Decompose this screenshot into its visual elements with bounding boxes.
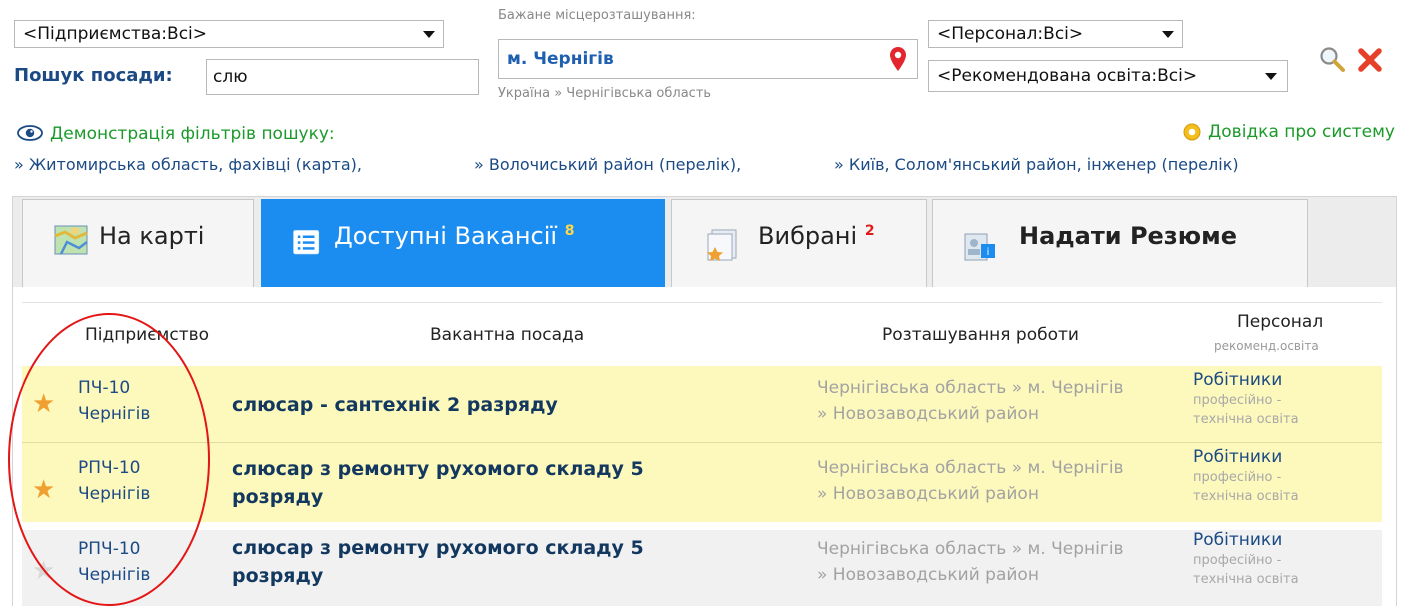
- staff-type: Робітники: [1193, 370, 1283, 390]
- eye-icon: [17, 125, 43, 141]
- header-staff: Персонал: [1237, 312, 1324, 332]
- job-title[interactable]: слюсар з ремонту рухомого складу 5 розря…: [232, 455, 644, 511]
- help-link[interactable]: Довідка про систему: [1208, 122, 1395, 142]
- company-city: Чернігів: [78, 484, 151, 504]
- demo-link-1[interactable]: » Житомирська область, фахівці (карта),: [14, 155, 362, 174]
- tab-favorites[interactable]: Вибрані 2: [671, 199, 927, 287]
- demo-link-2[interactable]: » Волочиський район (перелік),: [474, 155, 741, 174]
- job-location: Чернігівська область » м. Чернігів » Нов…: [817, 375, 1124, 427]
- header-position: Вакантна посада: [430, 325, 585, 345]
- map-pin-icon[interactable]: [889, 46, 907, 72]
- education-line: професійно -: [1193, 393, 1282, 408]
- favorite-star-icon[interactable]: ★: [32, 558, 55, 584]
- job-location: Чернігівська область » м. Чернігів » Нов…: [817, 455, 1124, 507]
- job-title-line: розряду: [232, 565, 324, 587]
- company-code: РПЧ-10: [78, 539, 141, 559]
- header-enterprise: Підприємство: [85, 325, 210, 345]
- chevron-down-icon: [423, 31, 435, 38]
- enterprise-select-value: <Підприємства:Всі>: [23, 24, 208, 44]
- job-title-line: слюсар - сантехнік 2 разряду: [232, 394, 558, 416]
- company-name[interactable]: ПЧ-10 Чернігів: [78, 375, 150, 427]
- tab-submit-resume-label: Надати Резюме: [1019, 222, 1237, 250]
- job-title-line: слюсар з ремонту рухомого складу 5: [232, 537, 644, 559]
- vacancies-count-badge: 8: [564, 223, 575, 239]
- header-staff-education: рекоменд.освіта: [1214, 339, 1319, 353]
- resume-icon: i: [964, 233, 995, 261]
- tab-map-label: На карті: [99, 222, 205, 250]
- search-input[interactable]: слю: [206, 59, 479, 95]
- table-row[interactable]: ★ РПЧ-10 Чернігів слюсар з ремонту рухом…: [22, 443, 1382, 522]
- location-line: Чернігівська область » м. Чернігів: [817, 539, 1124, 559]
- tab-map[interactable]: На карті: [22, 199, 254, 287]
- company-name[interactable]: РПЧ-10 Чернігів: [78, 536, 150, 588]
- education-select-value: <Рекомендована освіта:Всі>: [937, 66, 1198, 86]
- education-line: технічна освіта: [1193, 572, 1299, 587]
- favorites-folder-icon: [707, 229, 737, 261]
- search-icon[interactable]: [1318, 45, 1346, 73]
- education-select[interactable]: <Рекомендована освіта:Всі>: [928, 60, 1288, 92]
- location-value: м. Чернігів: [507, 49, 614, 69]
- job-title-line: слюсар з ремонту рухомого складу 5: [232, 458, 644, 480]
- location-label: Бажане місцерозташування:: [498, 8, 696, 23]
- chevron-down-icon: [1265, 73, 1277, 80]
- job-title[interactable]: слюсар з ремонту рухомого складу 5 розря…: [232, 534, 644, 590]
- location-breadcrumb: Україна » Чернігівська область: [498, 86, 712, 101]
- map-icon: [54, 225, 88, 255]
- company-name[interactable]: РПЧ-10 Чернігів: [78, 455, 150, 507]
- tab-favorites-text: Вибрані: [758, 222, 858, 250]
- chevron-down-icon: [1162, 31, 1174, 38]
- tab-available-vacancies-label: Доступні Вакансії 8: [334, 222, 574, 250]
- list-icon: [293, 230, 320, 255]
- table-row[interactable]: ★ ПЧ-10 Чернігів слюсар - сантехнік 2 ра…: [22, 366, 1382, 442]
- help-icon[interactable]: [1183, 123, 1201, 141]
- tab-available-vacancies-text: Доступні Вакансії: [334, 222, 558, 250]
- staff-type: Робітники: [1193, 530, 1283, 550]
- favorite-star-icon[interactable]: ★: [32, 477, 55, 503]
- tab-available-vacancies[interactable]: Доступні Вакансії 8: [261, 199, 665, 287]
- demo-link-3[interactable]: » Київ, Солом'янський район, інженер (пе…: [834, 155, 1239, 174]
- education-line: технічна освіта: [1193, 489, 1299, 504]
- company-code: ПЧ-10: [78, 378, 131, 398]
- education-level: професійно - технічна освіта: [1193, 551, 1299, 589]
- header-location: Розташування роботи: [882, 325, 1079, 345]
- favorite-star-icon[interactable]: ★: [32, 391, 55, 417]
- staff-select[interactable]: <Персонал:Всі>: [928, 20, 1183, 48]
- education-line: професійно -: [1193, 553, 1282, 568]
- education-level: професійно - технічна освіта: [1193, 391, 1299, 429]
- location-line: Чернігівська область » м. Чернігів: [817, 458, 1124, 478]
- job-location: Чернігівська область » м. Чернігів » Нов…: [817, 536, 1124, 588]
- table-row[interactable]: ★ РПЧ-10 Чернігів слюсар з ремонту рухом…: [22, 530, 1382, 606]
- tab-submit-resume[interactable]: i Надати Резюме: [932, 199, 1308, 287]
- demo-filters-title: Демонстрація фільтрів пошуку:: [50, 124, 335, 144]
- divider: [22, 302, 1382, 303]
- location-district: » Новозаводський район: [817, 404, 1039, 424]
- location-district: » Новозаводський район: [817, 565, 1039, 585]
- staff-select-value: <Персонал:Всі>: [937, 24, 1084, 44]
- favorites-count-badge: 2: [864, 223, 875, 239]
- job-title-line: розряду: [232, 486, 324, 508]
- clear-filters-icon[interactable]: [1357, 47, 1383, 73]
- location-line: Чернігівська область » м. Чернігів: [817, 378, 1124, 398]
- job-title[interactable]: слюсар - сантехнік 2 разряду: [232, 391, 558, 419]
- education-line: технічна освіта: [1193, 412, 1299, 427]
- location-input[interactable]: м. Чернігів: [498, 39, 918, 79]
- svg-text:i: i: [987, 247, 990, 258]
- education-level: професійно - технічна освіта: [1193, 468, 1299, 506]
- location-district: » Новозаводський район: [817, 484, 1039, 504]
- company-code: РПЧ-10: [78, 458, 141, 478]
- staff-type: Робітники: [1193, 447, 1283, 467]
- education-line: професійно -: [1193, 470, 1282, 485]
- company-city: Чернігів: [78, 565, 151, 585]
- search-label: Пошук посади:: [14, 65, 173, 86]
- enterprise-select[interactable]: <Підприємства:Всі>: [14, 20, 444, 48]
- tab-favorites-label: Вибрані 2: [758, 222, 875, 250]
- company-city: Чернігів: [78, 404, 151, 424]
